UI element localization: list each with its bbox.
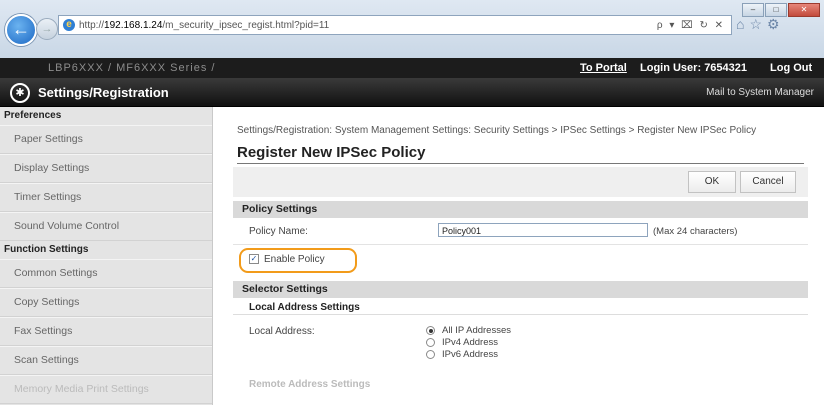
log-out-link[interactable]: Log Out [770, 62, 812, 74]
section-header-selector-settings: Selector Settings [233, 281, 808, 298]
sidebar-item-timer-settings[interactable]: Timer Settings [0, 183, 212, 212]
mail-to-system-manager-link[interactable]: Mail to System Manager [706, 87, 814, 98]
sidebar-item-sound-volume-control[interactable]: Sound Volume Control [0, 212, 212, 241]
app-title: Settings/Registration [38, 85, 169, 100]
minimize-icon[interactable]: – [742, 3, 764, 17]
sidebar-item-display-settings[interactable]: Display Settings [0, 154, 212, 183]
radio-label-all-ip: All IP Addresses [442, 325, 512, 336]
gear-icon[interactable]: ⚙ [767, 16, 785, 32]
to-portal-link[interactable]: To Portal [580, 62, 627, 74]
policy-name-input[interactable]: Policy001 [438, 223, 648, 237]
favorites-star-icon[interactable]: ☆ [749, 16, 767, 32]
maximize-icon[interactable]: □ [765, 3, 787, 17]
subsection-local-address-settings: Local Address Settings [233, 300, 808, 315]
radio-ipv4-address[interactable]: IPv4 Address [426, 337, 498, 348]
login-user-id: 7654321 [704, 62, 748, 74]
local-address-label: Local Address: [249, 326, 315, 337]
main-content: Settings/Registration: System Management… [213, 107, 824, 405]
browser-chrome: – □ ✕ ← → e http://192.168.1.24/m_securi… [0, 0, 824, 58]
back-arrow-icon[interactable]: ← [5, 14, 37, 46]
sidebar-item-paper-settings[interactable]: Paper Settings [0, 125, 212, 154]
settings-gear-icon: ✱ [10, 83, 30, 103]
sidebar: Preferences Paper Settings Display Setti… [0, 107, 213, 405]
device-name: LBP6XXX / MF6XXX Series / [48, 62, 216, 74]
enable-policy-label: Enable Policy [264, 254, 325, 265]
ok-button[interactable]: OK [688, 171, 736, 193]
radio-button[interactable] [426, 350, 435, 359]
sidebar-header-preferences: Preferences [4, 110, 62, 121]
browser-toolbar-icons: ⌂☆⚙ [736, 16, 785, 33]
sidebar-item-scan-settings[interactable]: Scan Settings [0, 346, 212, 375]
login-user-label: Login User: [640, 62, 702, 74]
forward-arrow-icon[interactable]: → [36, 18, 58, 40]
radio-button-selected[interactable] [426, 326, 435, 335]
sidebar-item-fax-settings[interactable]: Fax Settings [0, 317, 212, 346]
sidebar-item-common-settings[interactable]: Common Settings [0, 259, 212, 288]
top-bar: LBP6XXX / MF6XXX Series / To Portal Logi… [0, 58, 824, 78]
address-url[interactable]: http://192.168.1.24/m_security_ipsec_reg… [79, 20, 657, 31]
subsection-remote-address-settings: Remote Address Settings [249, 379, 371, 390]
policy-name-hint: (Max 24 characters) [653, 226, 738, 237]
sidebar-header-function-settings: Function Settings [4, 244, 89, 255]
ie-page-icon: e [63, 19, 75, 31]
button-bar: OK Cancel [233, 167, 808, 197]
radio-all-ip-addresses[interactable]: All IP Addresses [426, 325, 511, 336]
title-divider [237, 163, 804, 164]
policy-name-label: Policy Name: [249, 226, 308, 237]
address-controls[interactable]: ρ ▾ ⌧ ↻ ✕ [657, 20, 731, 31]
radio-label-ipv4: IPv4 Address [442, 337, 498, 348]
login-user: Login User: 7654321 [640, 62, 747, 74]
window-controls: – □ ✕ [742, 3, 820, 17]
sidebar-item-copy-settings[interactable]: Copy Settings [0, 288, 212, 317]
radio-ipv6-address[interactable]: IPv6 Address [426, 349, 498, 360]
enable-policy-checkbox-row[interactable]: ✓ Enable Policy [249, 254, 325, 265]
breadcrumb: Settings/Registration: System Management… [237, 125, 757, 136]
url-host: 192.168.1.24 [104, 19, 163, 31]
enable-policy-checkbox[interactable]: ✓ [249, 254, 259, 265]
sidebar-item-memory-media-print-settings[interactable]: Memory Media Print Settings [0, 375, 212, 404]
home-icon[interactable]: ⌂ [736, 16, 749, 32]
radio-button[interactable] [426, 338, 435, 347]
url-path: /m_security_ipsec_regist.html?pid=11 [162, 19, 330, 31]
radio-label-ipv6: IPv6 Address [442, 349, 498, 360]
title-bar: ✱ Settings/Registration Mail to System M… [0, 78, 824, 107]
section-header-policy-settings: Policy Settings [233, 201, 808, 218]
close-icon[interactable]: ✕ [788, 3, 820, 17]
page-title: Register New IPSec Policy [237, 144, 426, 161]
row-divider [233, 244, 808, 245]
address-bar[interactable]: e http://192.168.1.24/m_security_ipsec_r… [58, 15, 732, 35]
cancel-button[interactable]: Cancel [740, 171, 796, 193]
